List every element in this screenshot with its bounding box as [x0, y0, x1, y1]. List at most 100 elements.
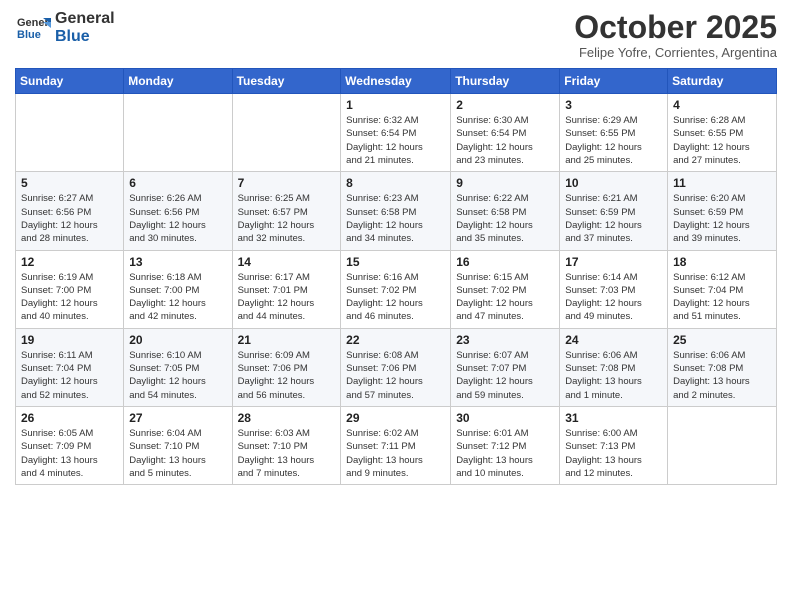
- calendar-week-row: 19Sunrise: 6:11 AMSunset: 7:04 PMDayligh…: [16, 328, 777, 406]
- day-info-line: Sunset: 7:04 PM: [673, 284, 771, 297]
- table-row: [232, 94, 341, 172]
- day-number: 8: [346, 176, 445, 190]
- header-tuesday: Tuesday: [232, 69, 341, 94]
- day-info-line: and 5 minutes.: [129, 467, 226, 480]
- day-info-line: Sunset: 6:56 PM: [21, 206, 118, 219]
- day-info-line: Daylight: 12 hours: [238, 297, 336, 310]
- table-row: 29Sunrise: 6:02 AMSunset: 7:11 PMDayligh…: [341, 406, 451, 484]
- day-info-line: Sunset: 6:56 PM: [129, 206, 226, 219]
- logo: General Blue General Blue: [15, 10, 115, 46]
- table-row: 26Sunrise: 6:05 AMSunset: 7:09 PMDayligh…: [16, 406, 124, 484]
- day-info-line: Sunrise: 6:12 AM: [673, 271, 771, 284]
- day-info-line: and 21 minutes.: [346, 154, 445, 167]
- day-info-line: Daylight: 13 hours: [456, 454, 554, 467]
- day-number: 18: [673, 255, 771, 269]
- day-info-line: and 40 minutes.: [21, 310, 118, 323]
- day-number: 3: [565, 98, 662, 112]
- day-number: 29: [346, 411, 445, 425]
- day-info: Sunrise: 6:08 AMSunset: 7:06 PMDaylight:…: [346, 349, 445, 402]
- day-info: Sunrise: 6:06 AMSunset: 7:08 PMDaylight:…: [673, 349, 771, 402]
- day-info: Sunrise: 6:18 AMSunset: 7:00 PMDaylight:…: [129, 271, 226, 324]
- table-row: 24 Sunrise: 6:06 AMSunset: 7:08 PMDayligh…: [560, 328, 668, 406]
- title-block: October 2025 Felipe Yofre, Corrientes, A…: [574, 10, 777, 60]
- day-info-line: Daylight: 13 hours: [565, 375, 662, 388]
- day-info: Sunrise: 6:11 AMSunset: 7:04 PMDaylight:…: [21, 349, 118, 402]
- day-info: Sunrise: 6:26 AMSunset: 6:56 PMDaylight:…: [129, 192, 226, 245]
- table-row: 9Sunrise: 6:22 AMSunset: 6:58 PMDaylight…: [451, 172, 560, 250]
- day-info-line: and 34 minutes.: [346, 232, 445, 245]
- day-info-line: Sunrise: 6:17 AM: [238, 271, 336, 284]
- day-info-line: Sunrise: 6:11 AM: [21, 349, 118, 362]
- day-info: Sunrise: 6:01 AMSunset: 7:12 PMDaylight:…: [456, 427, 554, 480]
- day-info-line: and 56 minutes.: [238, 389, 336, 402]
- table-row: 8 Sunrise: 6:23 AMSunset: 6:58 PMDaylight…: [341, 172, 451, 250]
- day-info-line: Sunset: 7:11 PM: [346, 440, 445, 453]
- day-number: 16: [456, 255, 554, 269]
- day-info-line: Daylight: 12 hours: [346, 375, 445, 388]
- day-info: Sunrise: 6:03 AMSunset: 7:10 PMDaylight:…: [238, 427, 336, 480]
- day-number: 12: [21, 255, 118, 269]
- day-info-line: and 59 minutes.: [456, 389, 554, 402]
- day-number: 11: [673, 176, 771, 190]
- day-info: Sunrise: 6:16 AMSunset: 7:02 PMDaylight:…: [346, 271, 445, 324]
- table-row: 2Sunrise: 6:30 AMSunset: 6:54 PMDaylight…: [451, 94, 560, 172]
- day-number: 28: [238, 411, 336, 425]
- table-row: 25Sunrise: 6:06 AMSunset: 7:08 PMDayligh…: [668, 328, 777, 406]
- day-info-line: Sunrise: 6:23 AM: [346, 192, 445, 205]
- table-row: 11 Sunrise: 6:20 AMSunset: 6:59 PMDayligh…: [668, 172, 777, 250]
- page-container: General Blue General Blue October 2025 F…: [0, 0, 792, 495]
- day-info: Sunrise: 6:09 AMSunset: 7:06 PMDaylight:…: [238, 349, 336, 402]
- day-info-line: Sunrise: 6:04 AM: [129, 427, 226, 440]
- day-info-line: Daylight: 13 hours: [238, 454, 336, 467]
- calendar-week-row: 26Sunrise: 6:05 AMSunset: 7:09 PMDayligh…: [16, 406, 777, 484]
- day-info-line: Sunrise: 6:16 AM: [346, 271, 445, 284]
- day-info-line: Daylight: 12 hours: [673, 297, 771, 310]
- day-info-line: Sunrise: 6:21 AM: [565, 192, 662, 205]
- day-info-line: Sunset: 7:03 PM: [565, 284, 662, 297]
- table-row: 23 Sunrise: 6:07 AMSunset: 7:07 PMDayligh…: [451, 328, 560, 406]
- table-row: [668, 406, 777, 484]
- day-number: 5: [21, 176, 118, 190]
- header-thursday: Thursday: [451, 69, 560, 94]
- header-wednesday: Wednesday: [341, 69, 451, 94]
- table-row: 14Sunrise: 6:17 AMSunset: 7:01 PMDayligh…: [232, 250, 341, 328]
- weekday-header-row: Sunday Monday Tuesday Wednesday Thursday…: [16, 69, 777, 94]
- day-info-line: and 10 minutes.: [456, 467, 554, 480]
- day-info-line: Sunrise: 6:30 AM: [456, 114, 554, 127]
- day-number: 4: [673, 98, 771, 112]
- day-info-line: Sunset: 7:06 PM: [346, 362, 445, 375]
- logo-general: General: [55, 10, 115, 28]
- table-row: 10Sunrise: 6:21 AMSunset: 6:59 PMDayligh…: [560, 172, 668, 250]
- day-info-line: and 25 minutes.: [565, 154, 662, 167]
- day-info: Sunrise: 6:06 AMSunset: 7:08 PMDaylight:…: [565, 349, 662, 402]
- day-info: Sunrise: 6:29 AMSunset: 6:55 PMDaylight:…: [565, 114, 662, 167]
- day-info-line: Sunrise: 6:19 AM: [21, 271, 118, 284]
- day-info-line: and 4 minutes.: [21, 467, 118, 480]
- day-info-line: and 32 minutes.: [238, 232, 336, 245]
- day-info-line: Daylight: 12 hours: [129, 219, 226, 232]
- day-info-line: Sunset: 7:02 PM: [456, 284, 554, 297]
- day-info: Sunrise: 6:05 AMSunset: 7:09 PMDaylight:…: [21, 427, 118, 480]
- day-info-line: and 49 minutes.: [565, 310, 662, 323]
- logo-blue: Blue: [55, 28, 115, 46]
- day-info-line: Daylight: 12 hours: [238, 219, 336, 232]
- day-number: 24: [565, 333, 662, 347]
- day-number: 23: [456, 333, 554, 347]
- day-info: Sunrise: 6:23 AMSunset: 6:58 PMDaylight:…: [346, 192, 445, 245]
- table-row: 4Sunrise: 6:28 AMSunset: 6:55 PMDaylight…: [668, 94, 777, 172]
- day-info: Sunrise: 6:14 AMSunset: 7:03 PMDaylight:…: [565, 271, 662, 324]
- day-info-line: Sunset: 7:12 PM: [456, 440, 554, 453]
- table-row: 13Sunrise: 6:18 AMSunset: 7:00 PMDayligh…: [124, 250, 232, 328]
- day-info: Sunrise: 6:20 AMSunset: 6:59 PMDaylight:…: [673, 192, 771, 245]
- day-info-line: Daylight: 13 hours: [673, 375, 771, 388]
- table-row: [124, 94, 232, 172]
- day-info-line: Sunrise: 6:29 AM: [565, 114, 662, 127]
- header-friday: Friday: [560, 69, 668, 94]
- day-info: Sunrise: 6:15 AMSunset: 7:02 PMDaylight:…: [456, 271, 554, 324]
- day-info-line: Daylight: 13 hours: [565, 454, 662, 467]
- day-number: 10: [565, 176, 662, 190]
- day-info: Sunrise: 6:07 AMSunset: 7:07 PMDaylight:…: [456, 349, 554, 402]
- table-row: 15Sunrise: 6:16 AMSunset: 7:02 PMDayligh…: [341, 250, 451, 328]
- day-info-line: Daylight: 12 hours: [456, 375, 554, 388]
- day-info-line: Sunset: 7:01 PM: [238, 284, 336, 297]
